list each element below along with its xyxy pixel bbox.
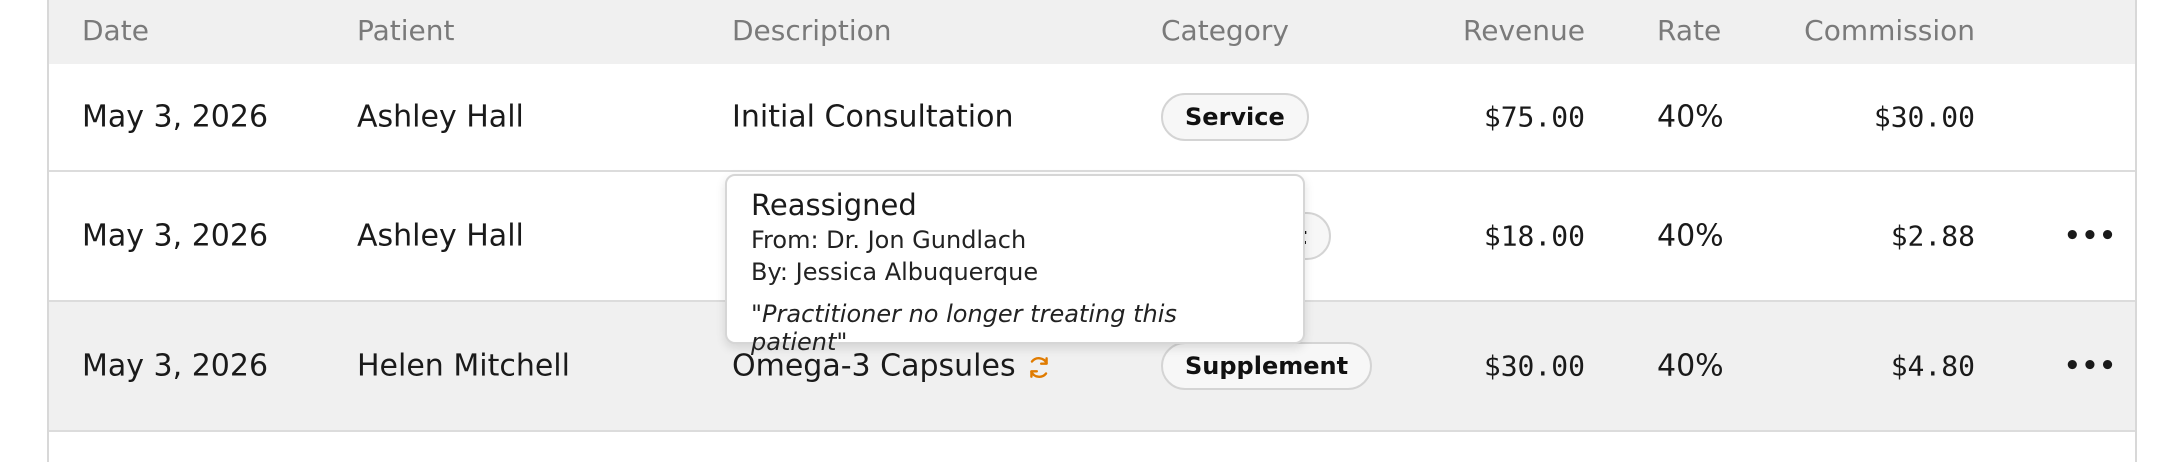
row-commission: $4.80 (1890, 349, 1975, 383)
row-patient: Ashley Hall (357, 218, 524, 254)
row-revenue: $75.00 (1483, 100, 1585, 134)
category-badge: Service (1161, 93, 1309, 141)
tooltip-by: By: Jessica Albuquerque (751, 258, 1039, 286)
row-date: May 3, 2026 (82, 218, 269, 254)
row-rate: 40% (1657, 99, 1724, 135)
table-row[interactable] (49, 432, 2135, 462)
header-patient[interactable]: Patient (357, 14, 455, 47)
tooltip-title: Reassigned (751, 188, 917, 222)
header-rate[interactable]: Rate (1657, 14, 1721, 47)
row-commission: $2.88 (1890, 219, 1975, 253)
row-commission: $30.00 (1873, 100, 1975, 134)
row-rate: 40% (1657, 348, 1724, 384)
table-header: Date Patient Description Category Revenu… (49, 0, 2135, 64)
row-category: Service (1161, 93, 1309, 141)
row-rate: 40% (1657, 218, 1724, 254)
row-actions-menu-button[interactable]: ••• (2064, 221, 2117, 251)
sync-icon[interactable] (1026, 353, 1052, 379)
table-row[interactable]: May 3, 2026 Ashley Hall Initial Consulta… (49, 64, 2135, 172)
header-revenue[interactable]: Revenue (1463, 14, 1585, 47)
row-revenue: $30.00 (1483, 349, 1585, 383)
row-patient: Ashley Hall (357, 99, 524, 135)
row-patient: Helen Mitchell (357, 348, 570, 384)
row-revenue: $18.00 (1483, 219, 1585, 253)
reassigned-tooltip: Reassigned From: Dr. Jon Gundlach By: Je… (725, 174, 1305, 356)
header-description[interactable]: Description (732, 14, 891, 47)
row-description: Initial Consultation (732, 100, 1013, 135)
row-date: May 3, 2026 (82, 348, 269, 384)
row-description-text: Initial Consultation (732, 99, 1014, 135)
tooltip-reason: "Practitioner no longer treating this pa… (751, 300, 1177, 356)
row-actions-menu-button[interactable]: ••• (2064, 351, 2117, 381)
header-commission[interactable]: Commission (1804, 14, 1975, 47)
row-date: May 3, 2026 (82, 99, 269, 135)
tooltip-from: From: Dr. Jon Gundlach (751, 226, 1027, 254)
header-date[interactable]: Date (82, 14, 149, 47)
header-category[interactable]: Category (1161, 14, 1289, 47)
